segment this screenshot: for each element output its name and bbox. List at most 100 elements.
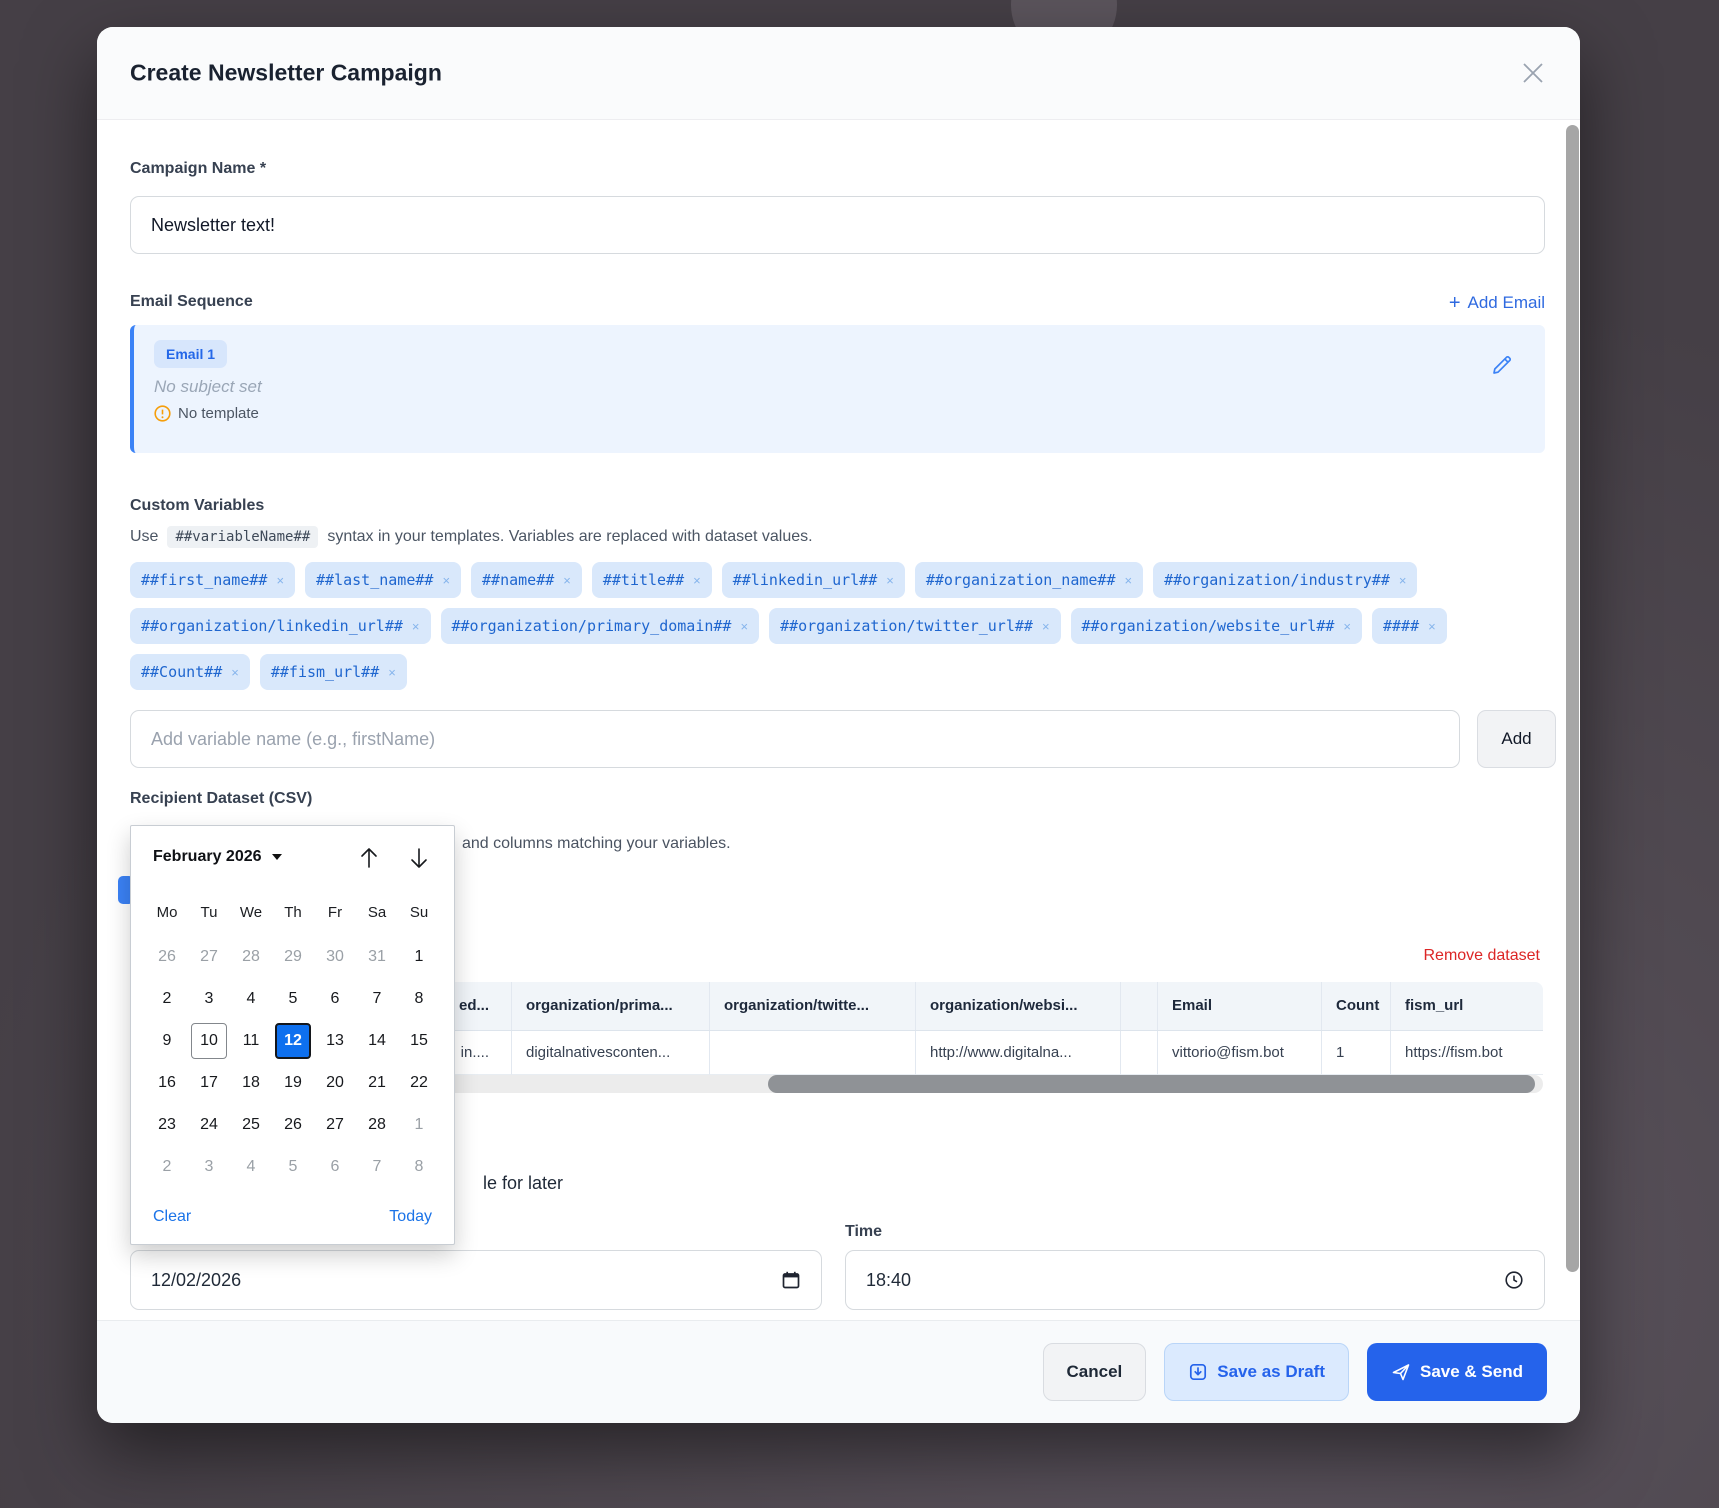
calendar-day-header: We [230, 904, 272, 921]
remove-variable-icon[interactable]: × [1399, 573, 1407, 588]
add-email-button[interactable]: + Add Email [1449, 293, 1545, 313]
table-cell: 1 [1322, 1031, 1391, 1075]
calendar-day[interactable]: 16 [146, 1062, 188, 1104]
remove-variable-icon[interactable]: × [740, 619, 748, 634]
month-year-dropdown[interactable]: February 2026 [153, 848, 282, 866]
save-and-send-button[interactable]: Save & Send [1367, 1343, 1547, 1401]
calendar-day[interactable]: 27 [188, 936, 230, 978]
cancel-button[interactable]: Cancel [1043, 1343, 1147, 1401]
calendar-day[interactable]: 1 [398, 936, 440, 978]
horizontal-scrollbar-thumb[interactable] [768, 1075, 1535, 1093]
remove-variable-icon[interactable]: × [1343, 619, 1351, 634]
calendar-clear-button[interactable]: Clear [153, 1208, 191, 1226]
time-input[interactable]: 18:40 [845, 1250, 1545, 1310]
calendar-day[interactable]: 8 [398, 978, 440, 1020]
calendar-day[interactable]: 5 [272, 978, 314, 1020]
calendar-day[interactable]: 5 [272, 1146, 314, 1188]
calendar-day[interactable]: 26 [272, 1104, 314, 1146]
save-draft-label: Save as Draft [1217, 1362, 1325, 1382]
variable-chip-label: ##Count## [141, 663, 222, 681]
remove-variable-icon[interactable]: × [886, 573, 894, 588]
remove-variable-icon[interactable]: × [388, 665, 396, 680]
dialog-footer: Cancel Save as Draft Save & Send [97, 1320, 1580, 1423]
chevron-down-icon [272, 854, 282, 860]
calendar-day[interactable]: 11 [230, 1020, 272, 1062]
variable-chip: ##organization/twitter_url##× [769, 608, 1060, 644]
calendar-day[interactable]: 1 [398, 1104, 440, 1146]
calendar-day[interactable]: 29 [272, 936, 314, 978]
calendar-day[interactable]: 25 [230, 1104, 272, 1146]
remove-variable-icon[interactable]: × [1042, 619, 1050, 634]
calendar-day[interactable]: 3 [188, 1146, 230, 1188]
calendar-day[interactable]: 28 [356, 1104, 398, 1146]
calendar-day[interactable]: 30 [314, 936, 356, 978]
vertical-scrollbar-thumb[interactable] [1566, 125, 1579, 1272]
variable-chip: ##title##× [592, 562, 712, 598]
add-variable-button[interactable]: Add [1477, 710, 1556, 768]
calendar-day[interactable]: 21 [356, 1062, 398, 1104]
date-input[interactable]: 12/02/2026 [130, 1250, 822, 1310]
calendar-day[interactable]: 12 [272, 1020, 314, 1062]
next-month-arrow-icon[interactable] [403, 842, 435, 874]
calendar-today-button[interactable]: Today [389, 1208, 432, 1226]
calendar-day[interactable]: 7 [356, 978, 398, 1020]
table-header-cell: organization/prima... [512, 982, 710, 1030]
calendar-day[interactable]: 26 [146, 936, 188, 978]
remove-variable-icon[interactable]: × [693, 573, 701, 588]
dataset-hint-text: and columns matching your variables. [462, 835, 731, 853]
calendar-day[interactable]: 10 [188, 1020, 230, 1062]
table-header-cell: organization/twitte... [710, 982, 916, 1030]
calendar-day[interactable]: 14 [356, 1020, 398, 1062]
calendar-day[interactable]: 6 [314, 978, 356, 1020]
campaign-name-input[interactable] [130, 196, 1545, 254]
remove-variable-icon[interactable]: × [276, 573, 284, 588]
calendar-day[interactable]: 17 [188, 1062, 230, 1104]
remove-dataset-link[interactable]: Remove dataset [1423, 947, 1540, 965]
calendar-icon[interactable] [781, 1270, 801, 1290]
calendar-day[interactable]: 4 [230, 978, 272, 1020]
calendar-day[interactable]: 8 [398, 1146, 440, 1188]
edit-email-pencil-icon[interactable] [1490, 353, 1514, 377]
custom-variable-chips: ##first_name##×##last_name##×##name##×##… [130, 562, 1545, 690]
calendar-day[interactable]: 3 [188, 978, 230, 1020]
add-variable-input[interactable] [130, 710, 1460, 768]
remove-variable-icon[interactable]: × [412, 619, 420, 634]
hint-prefix: Use [130, 528, 158, 546]
calendar-day[interactable]: 6 [314, 1146, 356, 1188]
calendar-day[interactable]: 18 [230, 1062, 272, 1104]
table-cell: vittorio@fism.bot [1158, 1031, 1322, 1075]
calendar-day[interactable]: 20 [314, 1062, 356, 1104]
variable-chip-label: ##organization/linkedin_url## [141, 617, 403, 635]
calendar-day[interactable]: 27 [314, 1104, 356, 1146]
calendar-day[interactable]: 13 [314, 1020, 356, 1062]
calendar-day[interactable]: 2 [146, 978, 188, 1020]
remove-variable-icon[interactable]: × [231, 665, 239, 680]
calendar-day-header: Sa [356, 904, 398, 921]
remove-variable-icon[interactable]: × [1428, 619, 1436, 634]
calendar-day[interactable]: 7 [356, 1146, 398, 1188]
calendar-day[interactable]: 2 [146, 1146, 188, 1188]
dialog-title: Create Newsletter Campaign [130, 60, 442, 87]
variable-chip-label: ##first_name## [141, 571, 267, 589]
calendar-day[interactable]: 4 [230, 1146, 272, 1188]
calendar-day[interactable]: 31 [356, 936, 398, 978]
email-sequence-card: Email 1 No subject set No template [130, 325, 1545, 453]
variable-chip-label: ##last_name## [316, 571, 433, 589]
clock-icon[interactable] [1504, 1270, 1524, 1290]
save-draft-icon [1188, 1362, 1208, 1382]
remove-variable-icon[interactable]: × [442, 573, 450, 588]
remove-variable-icon[interactable]: × [1125, 573, 1133, 588]
save-as-draft-button[interactable]: Save as Draft [1164, 1343, 1349, 1401]
email-template-warning: No template [154, 405, 1525, 422]
calendar-day[interactable]: 24 [188, 1104, 230, 1146]
close-icon[interactable] [1520, 60, 1546, 86]
calendar-day[interactable]: 22 [398, 1062, 440, 1104]
previous-month-arrow-icon[interactable] [353, 842, 385, 874]
variable-chip: ##fism_url##× [260, 654, 407, 690]
calendar-day[interactable]: 19 [272, 1062, 314, 1104]
calendar-day[interactable]: 23 [146, 1104, 188, 1146]
remove-variable-icon[interactable]: × [563, 573, 571, 588]
calendar-day[interactable]: 15 [398, 1020, 440, 1062]
calendar-day[interactable]: 28 [230, 936, 272, 978]
calendar-day[interactable]: 9 [146, 1020, 188, 1062]
